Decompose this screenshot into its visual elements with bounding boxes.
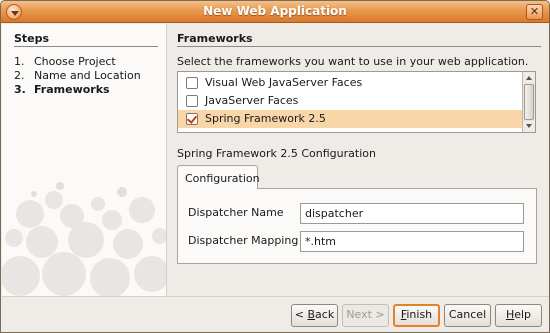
- framework-row-visual-web-jsf[interactable]: Visual Web JavaServer Faces: [178, 74, 523, 92]
- instructions-text: Select the frameworks you want to use in…: [177, 55, 529, 68]
- framework-label: Spring Framework 2.5: [205, 112, 326, 125]
- steps-list: 1. Choose Project 2. Name and Location 3. F…: [14, 55, 141, 97]
- help-button-mnemonic: H: [505, 308, 515, 321]
- framework-checkbox-checked[interactable]: [186, 113, 198, 125]
- frameworks-list[interactable]: Visual Web JavaServer Faces JavaServer F…: [177, 71, 536, 133]
- scrollbar-thumb[interactable]: [524, 84, 534, 120]
- panel-divider: [177, 46, 541, 47]
- finish-button[interactable]: Finish: [393, 304, 440, 327]
- framework-label: Visual Web JavaServer Faces: [205, 76, 363, 89]
- dispatcher-mapping-label: Dispatcher Mapping: [188, 234, 299, 247]
- step-label: Choose Project: [34, 55, 116, 68]
- framework-label: JavaServer Faces: [205, 94, 299, 107]
- tab-configuration[interactable]: Configuration: [177, 165, 260, 189]
- back-button-rest: ack: [315, 308, 335, 321]
- framework-checkbox[interactable]: [186, 95, 198, 107]
- decorative-bubbles-graphic: [2, 182, 166, 296]
- panel-title: Frameworks: [177, 32, 253, 45]
- dispatcher-name-label: Dispatcher Name: [188, 206, 284, 219]
- list-scrollbar[interactable]: [522, 72, 535, 132]
- next-button[interactable]: Next >: [342, 304, 389, 327]
- help-button-rest: elp: [514, 308, 532, 321]
- back-button-prefix: <: [294, 308, 308, 321]
- steps-heading: Steps: [14, 32, 50, 45]
- steps-panel: Steps 1. Choose Project 2. Name and Locati…: [2, 24, 167, 296]
- finish-button-rest: inish: [406, 308, 433, 321]
- close-icon[interactable]: ✕: [526, 4, 543, 20]
- new-web-application-dialog: New Web Application ✕ Steps 1. Choose Pro…: [0, 0, 550, 333]
- cancel-button[interactable]: Cancel: [444, 304, 491, 327]
- step-number: 3.: [14, 83, 26, 96]
- dispatcher-name-field[interactable]: dispatcher: [300, 203, 524, 224]
- step-number: 2.: [14, 69, 25, 82]
- configuration-tab-panel: Dispatcher Name dispatcher Dispatcher Ma…: [177, 188, 537, 264]
- step-label: Name and Location: [34, 69, 141, 82]
- step-item: 2. Name and Location: [14, 69, 141, 83]
- steps-divider: [14, 46, 158, 47]
- dispatcher-mapping-field[interactable]: *.htm: [300, 231, 524, 252]
- scroll-down-arrow-icon[interactable]: [523, 121, 535, 132]
- framework-checkbox[interactable]: [186, 77, 198, 89]
- step-number: 1.: [14, 55, 25, 68]
- help-button[interactable]: Help: [495, 304, 542, 327]
- back-button-mnemonic: B: [307, 308, 316, 321]
- window-title: New Web Application: [203, 4, 347, 18]
- scroll-up-arrow-icon[interactable]: [523, 72, 535, 83]
- step-item-current: 3. Frameworks: [14, 83, 141, 97]
- step-label: Frameworks: [34, 83, 110, 96]
- button-bar: < Back Next > Finish Cancel Help: [2, 296, 549, 332]
- frameworks-panel: Frameworks Select the frameworks you wan…: [167, 24, 549, 296]
- back-button[interactable]: < Back: [291, 304, 338, 327]
- framework-row-spring[interactable]: Spring Framework 2.5: [178, 110, 523, 128]
- configuration-title: Spring Framework 2.5 Configuration: [177, 147, 376, 160]
- framework-row-jsf[interactable]: JavaServer Faces: [178, 92, 523, 110]
- step-item: 1. Choose Project: [14, 55, 141, 69]
- title-bar[interactable]: New Web Application ✕: [1, 1, 549, 23]
